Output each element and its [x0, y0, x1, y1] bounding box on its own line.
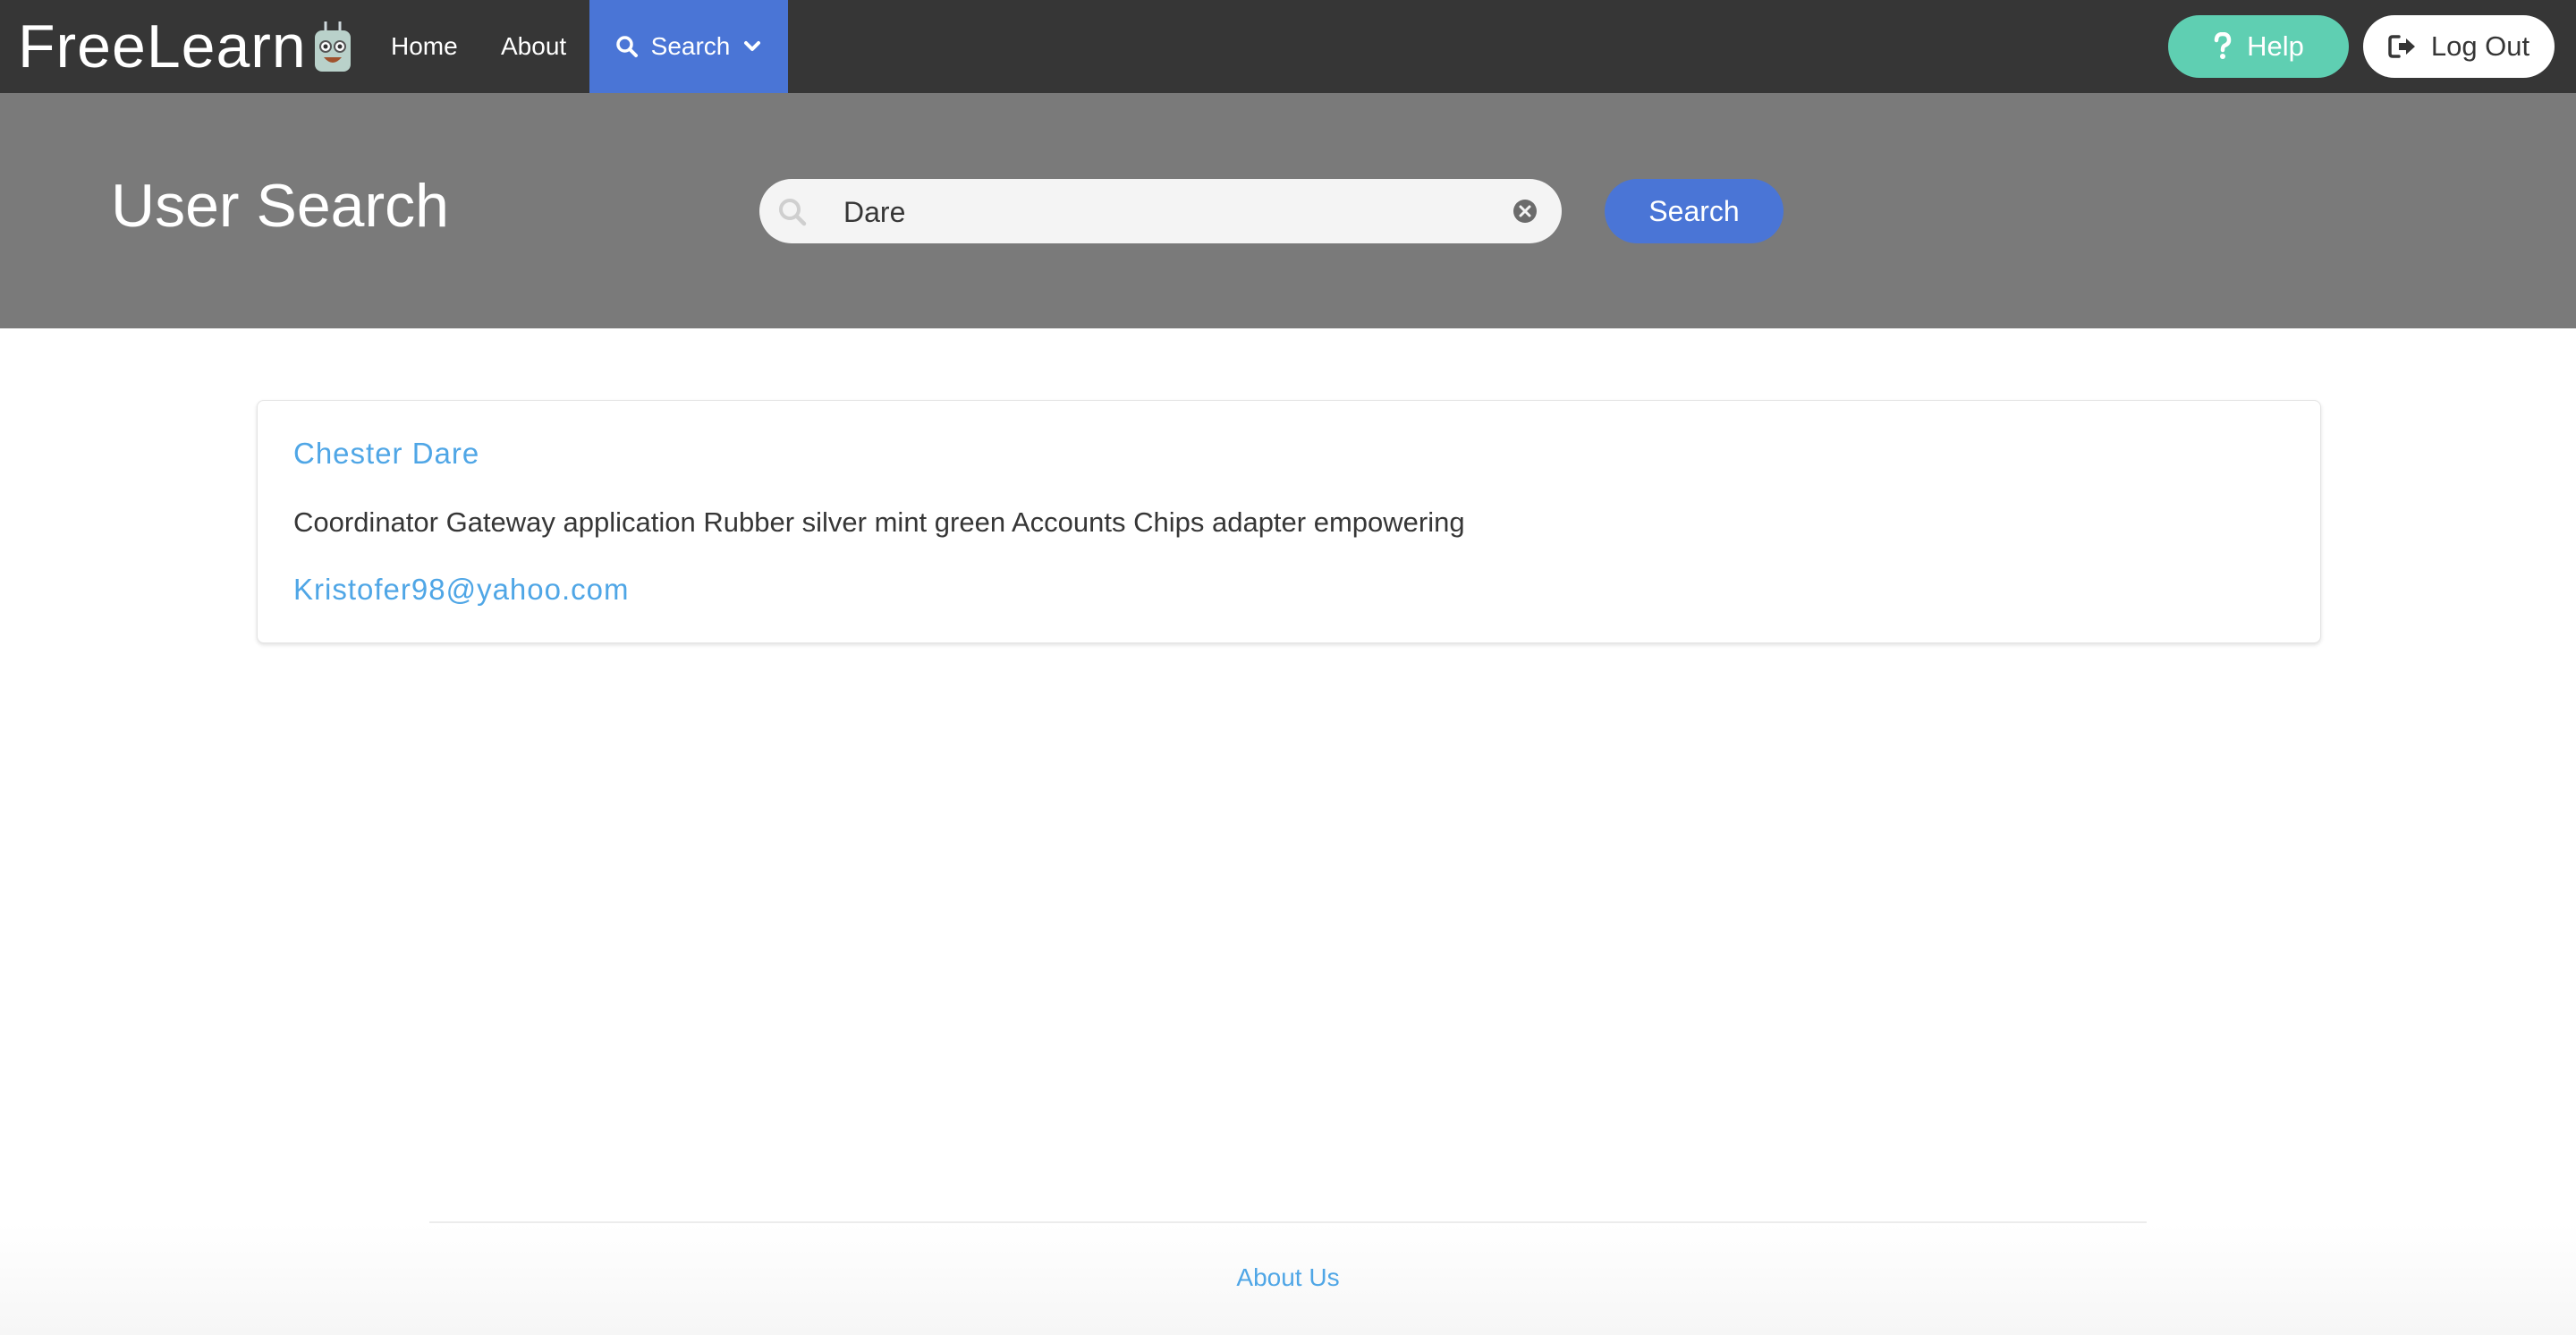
top-navbar: FreeLearn Home About Search Help Log Out — [0, 0, 2576, 93]
page-title: User Search — [111, 172, 449, 240]
search-input[interactable] — [842, 188, 1355, 236]
nav-search-dropdown[interactable]: Search — [589, 0, 788, 93]
brand-logo-text[interactable]: FreeLearn — [18, 0, 307, 93]
footer-about-us-link[interactable]: About Us — [0, 1263, 2576, 1292]
search-icon — [615, 36, 638, 57]
clear-icon[interactable] — [1512, 198, 1538, 225]
nav-home-link[interactable]: Home — [391, 0, 458, 93]
help-label: Help — [2247, 30, 2304, 62]
footer-divider — [429, 1221, 2147, 1223]
user-result-card: Chester Dare Coordinator Gateway applica… — [257, 400, 2321, 643]
robot-logo-icon[interactable] — [313, 20, 352, 73]
sign-out-icon — [2388, 35, 2415, 58]
user-name-link[interactable]: Chester Dare — [293, 437, 479, 471]
search-icon — [779, 199, 807, 226]
search-hero: User Search Search — [0, 93, 2576, 328]
question-icon — [2214, 32, 2232, 59]
user-email-link[interactable]: Kristofer98@yahoo.com — [293, 573, 630, 607]
search-button[interactable]: Search — [1605, 179, 1784, 243]
nav-search-label: Search — [650, 32, 731, 60]
log-out-button[interactable]: Log Out — [2363, 15, 2555, 78]
chevron-down-icon — [744, 41, 761, 51]
user-description: Coordinator Gateway application Rubber s… — [293, 506, 1465, 538]
nav-about-link[interactable]: About — [501, 0, 566, 93]
help-button[interactable]: Help — [2168, 15, 2349, 78]
search-field[interactable] — [759, 179, 1562, 243]
log-out-label: Log Out — [2430, 30, 2530, 62]
